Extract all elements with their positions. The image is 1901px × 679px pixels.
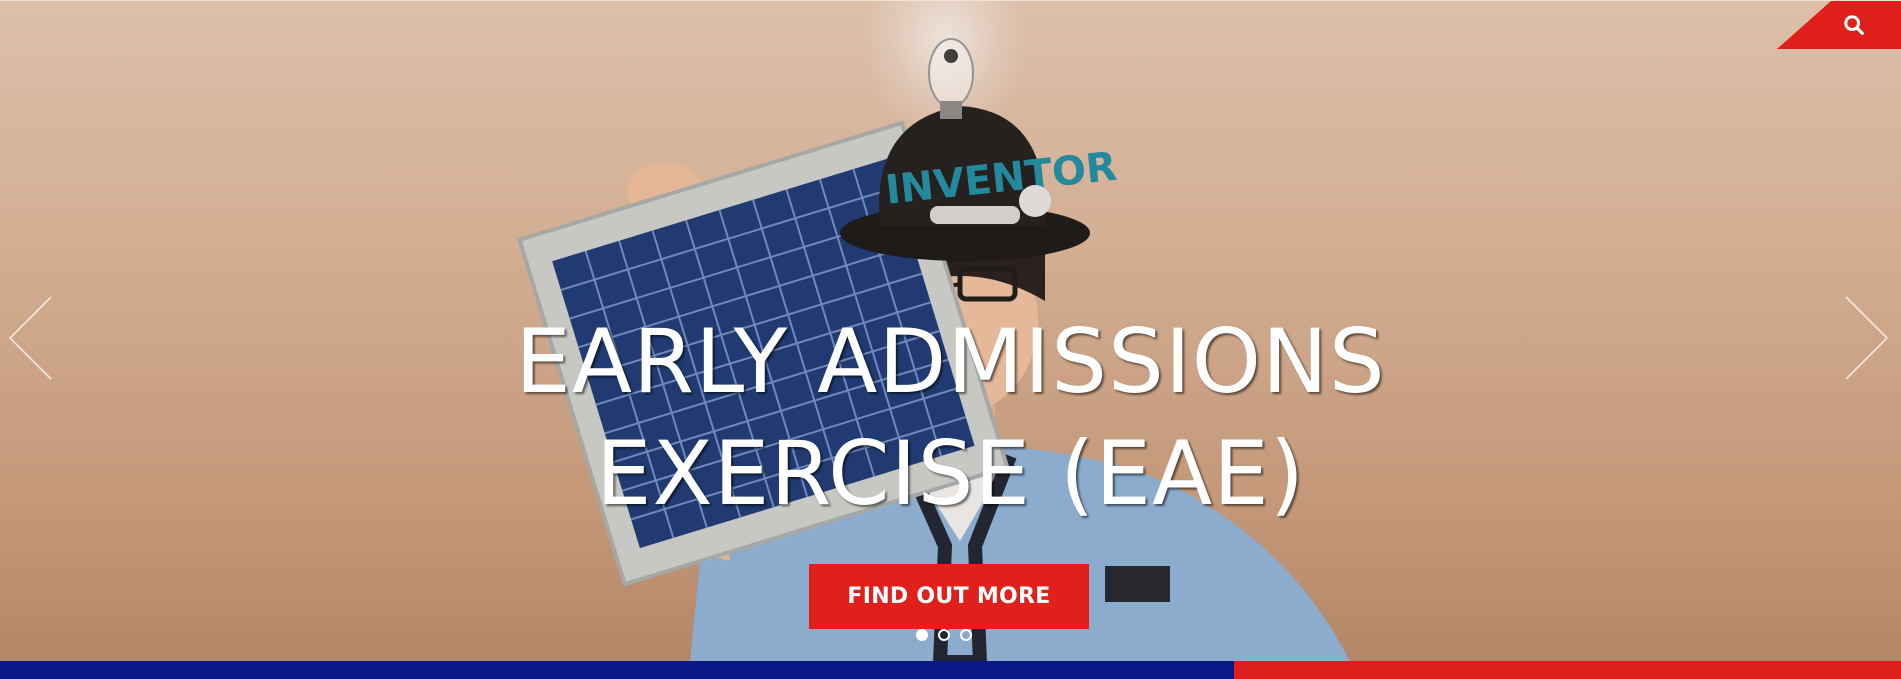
brand-bar-red: [1234, 661, 1901, 679]
find-out-more-button[interactable]: FIND OUT MORE: [809, 564, 1089, 629]
carousel-pagination: [916, 629, 972, 641]
headline-line-2: EXERCISE (EAE): [595, 422, 1306, 525]
carousel-dot-1[interactable]: [916, 629, 928, 641]
headline-line-1: EARLY ADMISSIONS: [515, 310, 1386, 413]
brand-bar-blue: [0, 661, 1234, 679]
carousel-dot-3[interactable]: [960, 629, 972, 641]
search-icon: [1844, 15, 1864, 35]
hero-slider: INVENTOR EARLY ADMISSIONS EXERCISE (EAE)…: [0, 0, 1901, 661]
carousel-dot-2[interactable]: [938, 629, 950, 641]
slide-headline: EARLY ADMISSIONS EXERCISE (EAE): [0, 306, 1901, 530]
brand-color-bar: [0, 661, 1901, 679]
